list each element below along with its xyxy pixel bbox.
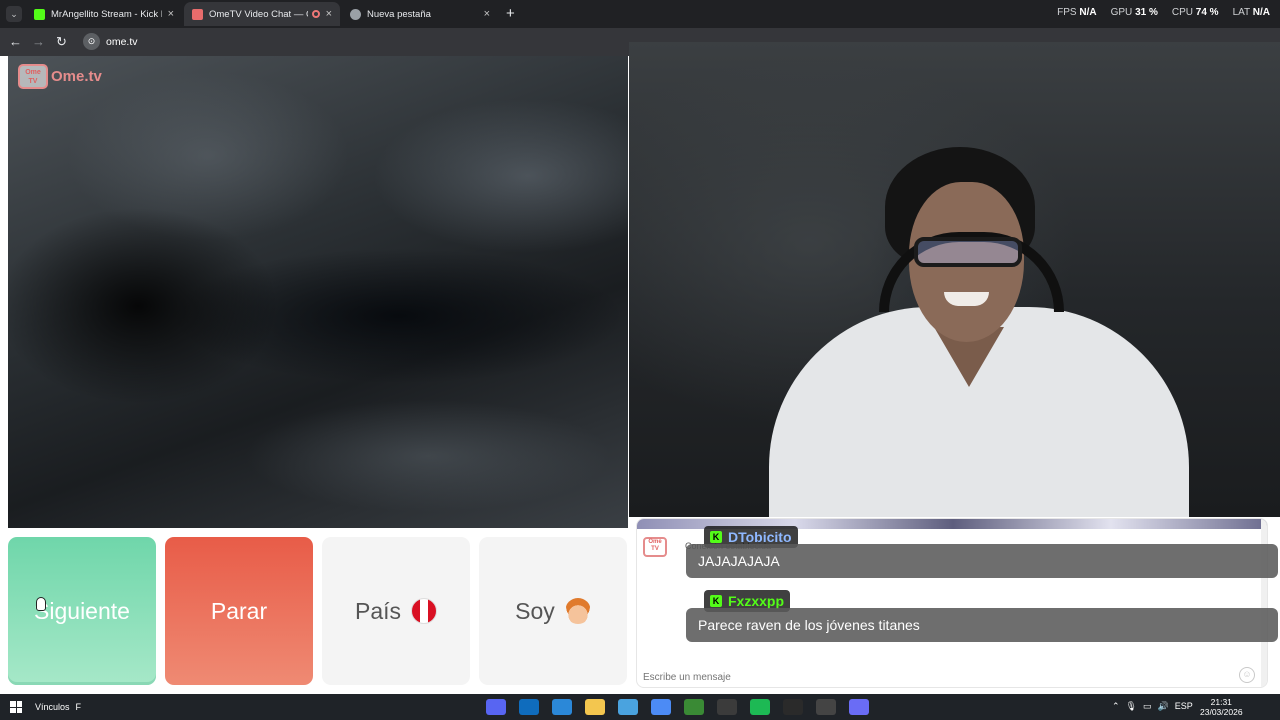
performance-overlay: FPS N/A GPU 31 % CPU 74 % LAT N/A xyxy=(1057,7,1270,18)
clock-app-icon[interactable] xyxy=(816,699,836,715)
taskbar-clock[interactable]: 21:31 23/03/2026 xyxy=(1200,697,1243,717)
overlay-username-text: Fxzxxpp xyxy=(728,593,785,609)
kick-icon xyxy=(34,8,45,20)
ometv-page: Ome TV Ome.tv Siguiente Parar País Soy O… xyxy=(0,42,1280,694)
chrome-icon xyxy=(350,8,361,20)
discord-icon[interactable] xyxy=(486,699,506,715)
back-arrow-icon[interactable]: ← xyxy=(9,34,22,50)
gender-button[interactable]: Soy xyxy=(479,537,627,685)
taskbar-links-toolbar[interactable]: Vínculos F xyxy=(35,702,81,712)
next-button[interactable]: Siguiente xyxy=(8,537,156,685)
chrome-icon[interactable] xyxy=(651,699,671,715)
links-label: Vínculos xyxy=(35,702,70,712)
gpu-stat: GPU 31 % xyxy=(1110,7,1158,18)
next-label: Siguiente xyxy=(34,597,130,624)
windows-start-icon[interactable] xyxy=(10,701,22,713)
overlay-message-text: JAJAJAJAJA xyxy=(698,553,780,569)
tray-chevron-icon[interactable]: ⌃ xyxy=(1112,701,1120,712)
browser-tab-bar: ⌄ MrAngellito Stream - Kick Dash × OmeTV… xyxy=(0,0,1280,28)
gender-label: Soy xyxy=(515,597,555,624)
country-label: País xyxy=(354,597,402,624)
tab-kick-dashboard[interactable]: MrAngellito Stream - Kick Dash × xyxy=(26,2,182,26)
ometv-logo: Ome TV Ome.tv xyxy=(18,64,102,89)
hand-cursor-icon xyxy=(36,597,46,611)
clock-date: 23/03/2026 xyxy=(1200,707,1243,717)
stop-button[interactable]: Parar xyxy=(165,537,313,685)
peru-flag-icon xyxy=(411,598,438,624)
kick-icon: K xyxy=(710,595,722,607)
volume-icon[interactable]: 🔊 xyxy=(1158,701,1169,712)
boy-avatar-icon xyxy=(564,598,591,624)
obs-icon[interactable] xyxy=(717,699,737,715)
tab-title: Nueva pestaña xyxy=(367,8,431,20)
overlay-message-text: Parece raven de los jóvenes titanes xyxy=(698,617,920,633)
language-indicator[interactable]: ESP xyxy=(1175,701,1193,712)
tab-title: MrAngellito Stream - Kick Dash xyxy=(51,8,162,20)
windows-taskbar: Vínculos F ⌃ 🎙 ▭ 🔊 ESP 21:31 23/03/2026 xyxy=(0,694,1280,720)
emoji-icon[interactable]: ☺ xyxy=(1239,667,1255,683)
taskbar-apps xyxy=(486,699,869,715)
store-icon[interactable] xyxy=(552,699,572,715)
epic-icon[interactable] xyxy=(783,699,803,715)
overlay-username-text: DTobicito xyxy=(728,529,792,545)
fps-stat: FPS N/A xyxy=(1057,7,1097,18)
chat-message-input[interactable] xyxy=(643,669,1243,685)
new-tab-plus-icon[interactable]: + xyxy=(506,5,515,22)
microphone-icon[interactable]: 🎙 xyxy=(1126,701,1137,712)
forward-arrow-icon[interactable]: → xyxy=(32,34,45,50)
tv-icon: Ome TV xyxy=(643,537,667,557)
app-f-icon[interactable] xyxy=(618,699,638,715)
overlay-message: Parece raven de los jóvenes titanes xyxy=(686,608,1278,642)
logo-text: Ome.tv xyxy=(51,68,102,85)
chat-controls: Siguiente Parar País Soy xyxy=(8,537,628,685)
system-tray: ⌃ 🎙 ▭ 🔊 ESP xyxy=(1112,701,1193,712)
explorer-icon[interactable] xyxy=(585,699,605,715)
lat-stat: LAT N/A xyxy=(1232,7,1270,18)
close-icon[interactable]: × xyxy=(326,8,332,20)
outlook-icon[interactable] xyxy=(519,699,539,715)
tab-search-chevron-icon[interactable]: ⌄ xyxy=(6,6,22,22)
site-info-icon[interactable]: ⊙ xyxy=(83,33,100,50)
droplet-icon[interactable] xyxy=(849,699,869,715)
close-icon[interactable]: × xyxy=(484,8,490,20)
kick-icon: K xyxy=(710,531,722,543)
tab-title: OmeTV Video Chat — Ome xyxy=(209,8,308,20)
glasses-icon xyxy=(914,237,1022,267)
spotify-icon[interactable] xyxy=(750,699,770,715)
network-icon[interactable]: ▭ xyxy=(1143,701,1152,712)
cpu-stat: CPU 74 % xyxy=(1171,7,1219,18)
tv-icon: Ome TV xyxy=(18,64,48,89)
recording-icon xyxy=(311,10,320,18)
close-icon[interactable]: × xyxy=(168,8,174,20)
person-smile xyxy=(944,292,989,306)
webcam-video xyxy=(629,42,1280,517)
country-button[interactable]: País xyxy=(322,537,470,685)
clock-time: 21:31 xyxy=(1210,697,1232,707)
tab-ometv[interactable]: OmeTV Video Chat — Ome × xyxy=(184,2,340,26)
stop-label: Parar xyxy=(210,597,268,624)
ometv-icon xyxy=(192,8,203,20)
overlay-message: JAJAJAJAJA xyxy=(686,544,1278,578)
url-field[interactable]: ome.tv xyxy=(106,36,138,48)
reload-icon[interactable]: ↻ xyxy=(56,34,67,50)
remote-video: Ome TV Ome.tv xyxy=(8,56,628,528)
tab-new-tab[interactable]: Nueva pestaña × xyxy=(342,2,498,26)
minecraft-icon[interactable] xyxy=(684,699,704,715)
links-extra: F xyxy=(75,702,82,712)
